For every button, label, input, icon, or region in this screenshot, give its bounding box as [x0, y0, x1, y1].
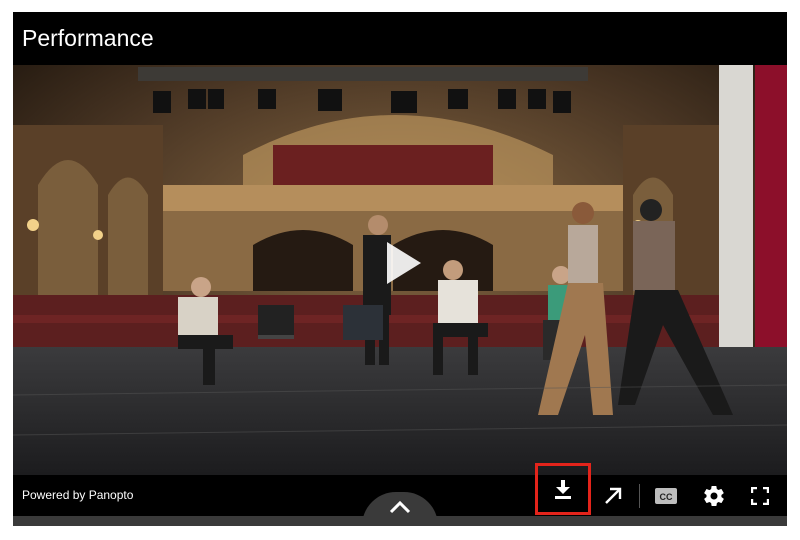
- video-title-bar: Performance: [13, 12, 787, 65]
- open-external-icon: [605, 487, 622, 504]
- svg-text:CC: CC: [660, 492, 673, 502]
- fullscreen-icon: [751, 486, 769, 505]
- video-title: Performance: [22, 25, 154, 51]
- closed-captions-icon: CC: [655, 487, 677, 504]
- fullscreen-button[interactable]: [748, 475, 772, 516]
- powered-by-label: Powered by Panopto: [22, 488, 134, 502]
- gear-icon: [704, 485, 724, 506]
- closed-captions-button[interactable]: CC: [653, 475, 679, 516]
- video-frame[interactable]: [13, 65, 787, 475]
- play-button[interactable]: [368, 228, 438, 298]
- open-external-button[interactable]: [598, 475, 628, 516]
- play-icon: [387, 242, 421, 284]
- settings-button[interactable]: [700, 475, 728, 516]
- control-divider: [639, 484, 640, 508]
- chevron-up-icon: [389, 500, 411, 514]
- video-player: Performance Powered by Panopto CC: [13, 12, 787, 526]
- download-icon: [555, 480, 571, 499]
- download-button[interactable]: [535, 463, 591, 515]
